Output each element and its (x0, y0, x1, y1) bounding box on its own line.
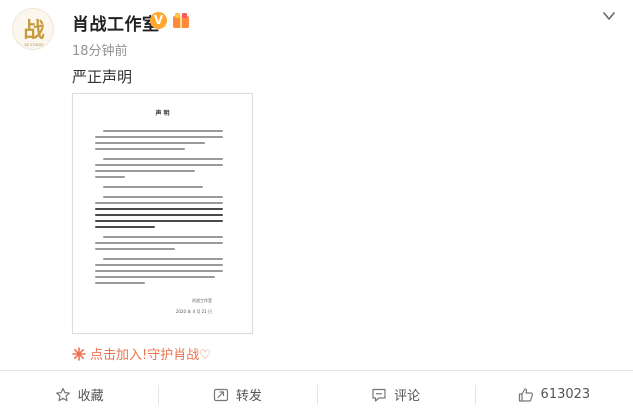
spark-icon (72, 346, 86, 361)
thumbs-up-icon (518, 387, 533, 402)
repost-icon (213, 388, 228, 401)
document-date: 2020 年 4 月 21 日 (175, 309, 212, 314)
avatar-logo-subtext: XZ STUDIO (24, 43, 44, 47)
weibo-post-card: 战 XZ STUDIO 肖战工作室 V 18分钟前 严正声明 声 明 肖战工作室… (0, 0, 633, 418)
like-count: 613023 (540, 387, 591, 402)
chevron-down-icon[interactable] (601, 8, 617, 24)
member-badge-icon[interactable] (172, 11, 190, 29)
comment-button[interactable]: 评论 (316, 371, 475, 418)
avatar-logo-text: 战 (24, 17, 45, 42)
avatar[interactable]: 战 XZ STUDIO (12, 8, 54, 50)
comment-icon (372, 388, 386, 402)
document-title: 声 明 (155, 110, 170, 117)
post-text: 严正声明 (72, 68, 133, 86)
comment-label: 评论 (394, 389, 421, 404)
studio-logo-icon: 战 XZ STUDIO (13, 9, 53, 49)
super-topic-link[interactable]: 点击加入!守护肖战♡ (72, 344, 211, 363)
author-name[interactable]: 肖战工作室 (72, 10, 160, 35)
document-signature: 肖战工作室 (192, 298, 212, 303)
action-bar: 收藏 转发 评论 613023 (0, 371, 633, 418)
repost-button[interactable]: 转发 (158, 371, 316, 418)
favorite-button[interactable]: 收藏 (0, 371, 158, 418)
repost-label: 转发 (235, 389, 262, 404)
super-topic-text[interactable]: 点击加入!守护肖战♡ (90, 344, 211, 363)
favorite-label: 收藏 (77, 389, 104, 404)
star-icon (55, 387, 70, 401)
statement-image[interactable]: 声 明 肖战工作室 2020 年 4 月 21 日 (72, 93, 253, 334)
verified-badge-icon: V (150, 12, 167, 29)
like-button[interactable]: 613023 (474, 371, 633, 418)
post-time[interactable]: 18分钟前 (72, 40, 128, 59)
